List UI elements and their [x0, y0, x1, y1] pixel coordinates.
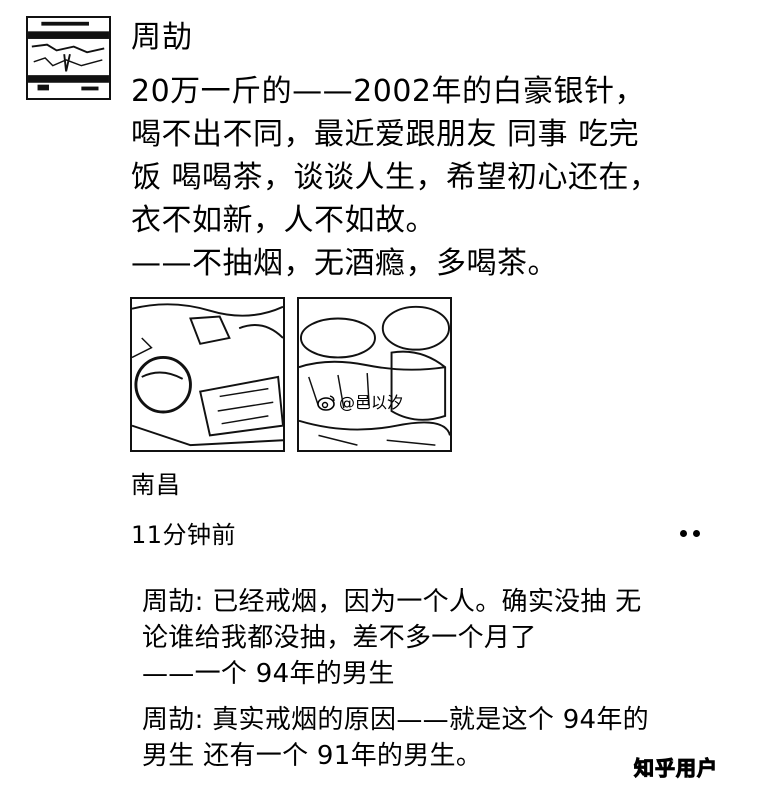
comment-line: 周劼: 真实戒烟的原因——就是这个 94年的: [142, 705, 649, 735]
comment-line: ——一个 94年的男生: [142, 659, 395, 689]
post-text-line: ——不抽烟，无酒瘾，多喝茶。: [131, 246, 558, 281]
photo-watermark-text: @邑以汐: [339, 393, 404, 412]
site-watermark: 知乎用户: [634, 756, 718, 781]
more-dots-icon: [693, 529, 700, 537]
author-name[interactable]: 周劼: [131, 20, 193, 56]
post-text-line: 喝不出不同，最近爱跟朋友 同事 吃完: [131, 117, 640, 152]
post-photo-1[interactable]: [130, 297, 285, 452]
comment-line: 周劼: 已经戒烟，因为一个人。确实没抽 无: [142, 587, 642, 617]
photo-watermark: @邑以汐: [316, 393, 403, 413]
post-text-line: 20万一斤的——2002年的白豪银针，: [131, 74, 646, 109]
tea-table-photo: [132, 299, 283, 450]
avatar-image: [28, 18, 109, 98]
more-options-button[interactable]: [668, 518, 712, 548]
post-timestamp: 11分钟前: [131, 521, 237, 549]
comment-line: 论谁给我都没抽，差不多一个月了: [142, 623, 537, 653]
post-photo-2[interactable]: [297, 297, 452, 452]
location-link[interactable]: 南昌: [131, 470, 181, 500]
more-dots-icon: [680, 529, 687, 537]
post-text-line: 衣不如新，人不如故。: [131, 203, 436, 238]
tea-cups-photo: [299, 299, 450, 450]
comments-section: 周劼: 已经戒烟，因为一个人。确实没抽 无 论谁给我都没抽，差不多一个月了 ——…: [130, 574, 730, 780]
comment[interactable]: 周劼: 已经戒烟，因为一个人。确实没抽 无 论谁给我都没抽，差不多一个月了 ——…: [142, 584, 732, 692]
post-text: 20万一斤的——2002年的白豪银针， 喝不出不同，最近爱跟朋友 同事 吃完 饭…: [131, 70, 731, 285]
weibo-logo-icon: [317, 395, 335, 411]
post-text-line: 饭 喝喝茶，谈谈人生，希望初心还在，: [131, 160, 660, 195]
avatar[interactable]: [26, 16, 111, 100]
